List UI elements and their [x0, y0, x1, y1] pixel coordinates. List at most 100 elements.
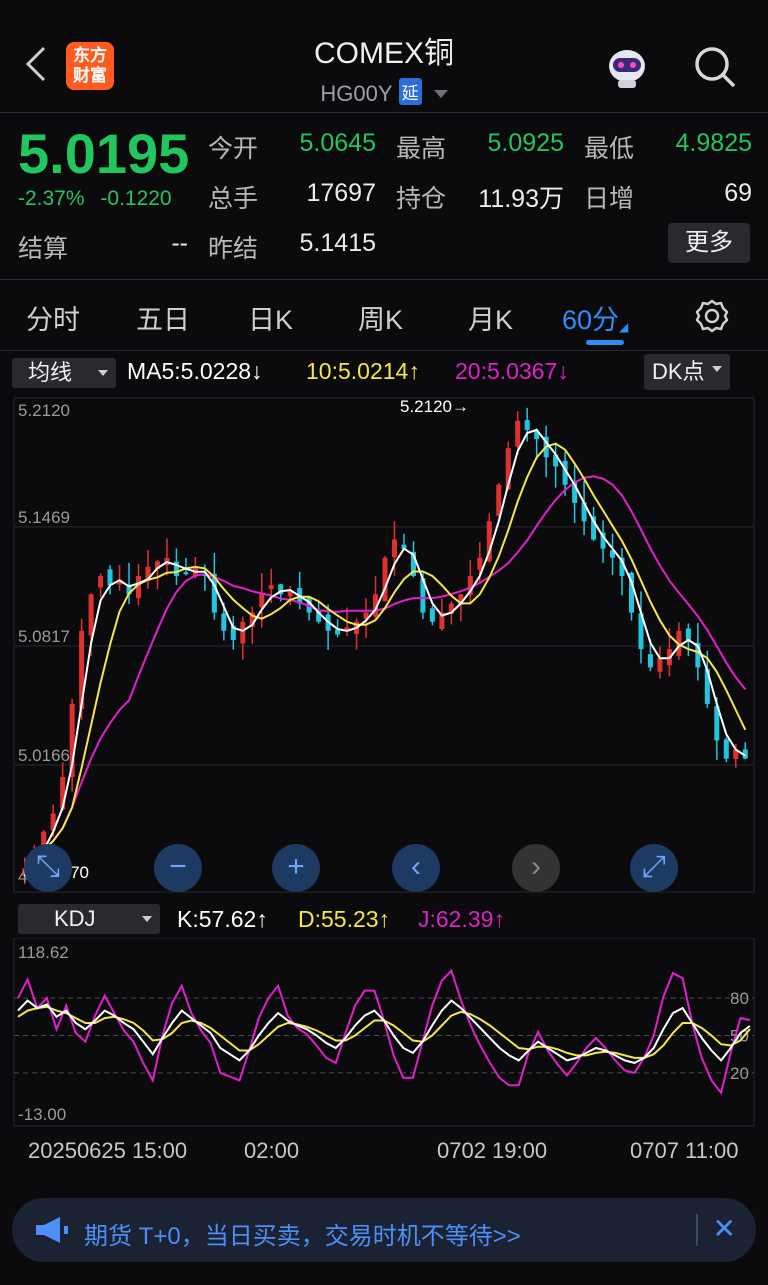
kdj-d-value: D:55.23↑ — [298, 906, 391, 932]
tab-intraday[interactable]: 分时 — [26, 298, 80, 337]
kdj-max-label: 118.62 — [18, 943, 69, 962]
volume-value: 17697 — [306, 179, 376, 207]
y-tick-label: 5.2120 — [18, 401, 70, 420]
y-tick-label: 5.0817 — [18, 627, 70, 646]
kdj-chart[interactable]: 80 50 20 118.62 -13.00 — [0, 937, 768, 1130]
ma20-value: 20:5.0367↓ — [455, 358, 569, 384]
kdj-right-tick: 80 — [730, 989, 749, 1008]
ma10-line — [24, 442, 747, 870]
low-value: 4.9825 — [675, 129, 752, 157]
kdj-j-line — [17, 968, 751, 1096]
banner-divider — [696, 1214, 698, 1246]
kdj-j-value: J:62.39↑ — [418, 906, 505, 932]
prev-settle-label: 昨结 — [208, 235, 259, 263]
candle-body — [221, 613, 227, 631]
delay-badge: 延 — [398, 78, 422, 105]
ma10-value: 10:5.0214↑ — [306, 358, 420, 384]
candlestick-chart[interactable]: 5.21205.14695.08175.01664.9514 5.2120→ ←… — [0, 392, 768, 902]
gear-icon[interactable] — [694, 298, 730, 339]
candle-body — [240, 621, 246, 644]
prev-settle-value: 5.1415 — [299, 229, 376, 257]
volume-label: 总手 — [208, 185, 259, 213]
page-title: COMEX铜 — [313, 37, 454, 70]
tab-daily-k[interactable]: 日K — [248, 298, 293, 337]
candle-body — [647, 654, 653, 668]
active-tab-indicator — [586, 340, 624, 345]
contract-code-label: HG00Y — [320, 81, 393, 106]
indicator-selector[interactable]: 均线 — [12, 358, 116, 388]
candle-body — [429, 608, 435, 622]
promo-banner[interactable]: 期货 T+0，当日买卖，交易时机不等待>> ✕ — [12, 1198, 756, 1262]
candle-body — [88, 594, 94, 636]
candlestick-svg: 5.21205.14695.08175.01664.9514 5.2120→ ←… — [13, 397, 755, 893]
ma5-value: MA5:5.0228↓ — [127, 358, 263, 384]
open-value: 5.0645 — [299, 129, 376, 157]
period-tabs: 分时 五日 日K 周K 月K 60分◢ — [0, 280, 768, 351]
dk-point-selector[interactable]: DK点 — [644, 354, 730, 390]
close-icon[interactable]: ✕ — [713, 1212, 736, 1245]
promo-text: 期货 T+0，当日买卖，交易时机不等待>> — [84, 1223, 521, 1250]
candle-body — [391, 539, 397, 558]
settle-label: 结算 — [18, 235, 69, 263]
candle-body — [259, 594, 265, 608]
y-tick-label: 5.1469 — [18, 508, 70, 527]
max-price-marker: 5.2120→ — [400, 397, 469, 416]
quote-panel: 5.0195 -2.37% -0.1220 今开 5.0645 最高 5.092… — [0, 113, 768, 280]
time-axis: 20250625 15:00 02:00 0702 19:00 0707 11:… — [0, 1130, 768, 1174]
time-label-3: 0702 19:00 — [437, 1138, 548, 1163]
open-label: 今开 — [208, 135, 259, 163]
high-value: 5.0925 — [487, 129, 564, 157]
kdj-k-value: K:57.62↑ — [177, 906, 268, 932]
candle-body — [524, 420, 530, 430]
low-label: 最低 — [584, 135, 635, 163]
open-interest-label: 持仓 — [396, 185, 447, 213]
contract-code[interactable]: HG00Y 延 — [0, 78, 768, 107]
ma-legend-bar: 均线 MA5:5.0228↓ 10:5.0214↑ 20:5.0367↓ DK点 — [0, 352, 768, 392]
kdj-k-line — [17, 999, 751, 1064]
price-change: -2.37% -0.1220 — [18, 187, 182, 211]
daily-increase-label: 日增 — [584, 185, 635, 213]
ma20-line — [24, 475, 747, 870]
high-label: 最高 — [396, 135, 447, 163]
megaphone-icon — [34, 1216, 70, 1249]
fullscreen-icon[interactable]: ⤡ — [24, 844, 72, 892]
change-value: -0.1220 — [100, 187, 172, 210]
fullscreen-icon[interactable]: ⤢ — [630, 844, 678, 892]
kdj-min-label: -13.00 — [18, 1105, 66, 1124]
chevron-right-icon[interactable]: › — [512, 844, 560, 892]
candle-body — [515, 420, 521, 447]
tab-weekly-k[interactable]: 周K — [358, 298, 403, 337]
kdj-legend-bar: KDJ K:57.62↑ D:55.23↑ J:62.39↑ — [0, 902, 768, 938]
change-percent: -2.37% — [18, 187, 85, 210]
tab-60-min[interactable]: 60分◢ — [562, 298, 628, 337]
kdj-d-line — [17, 1005, 751, 1059]
time-label-end: 0707 11:00 — [630, 1138, 739, 1163]
candle-body — [183, 572, 189, 575]
header-bar: 东方 财富 COMEX铜 HG00Y 延 — [0, 0, 768, 113]
time-label-2: 02:00 — [244, 1138, 300, 1163]
search-icon[interactable] — [694, 46, 736, 88]
time-label-start: 20250625 15:00 — [28, 1138, 188, 1163]
kdj-selector[interactable]: KDJ — [18, 904, 160, 934]
candle-body — [657, 658, 663, 672]
candle-body — [685, 628, 691, 640]
tab-five-day[interactable]: 五日 — [136, 298, 190, 337]
kdj-svg: 805020 118.62-13.00 — [13, 937, 755, 1127]
candle-body — [723, 739, 729, 759]
zoom-in-icon[interactable]: + — [272, 844, 320, 892]
open-interest-value: 11.93万 — [478, 185, 564, 213]
y-tick-label: 5.0166 — [18, 746, 70, 765]
tab-monthly-k[interactable]: 月K — [468, 298, 513, 337]
candle-body — [268, 585, 274, 590]
more-button[interactable]: 更多 — [668, 223, 750, 263]
ma5-line — [24, 428, 746, 870]
candle-body — [477, 557, 483, 570]
chevron-down-icon — [433, 90, 448, 98]
tab-60-min-label: 60分 — [562, 305, 620, 335]
last-price: 5.0195 — [18, 122, 190, 185]
candle-body — [98, 576, 104, 588]
zoom-out-icon[interactable]: − — [154, 844, 202, 892]
candle-body — [107, 569, 113, 586]
chevron-left-icon[interactable]: ‹ — [392, 844, 440, 892]
robot-assistant-icon[interactable] — [604, 44, 650, 90]
